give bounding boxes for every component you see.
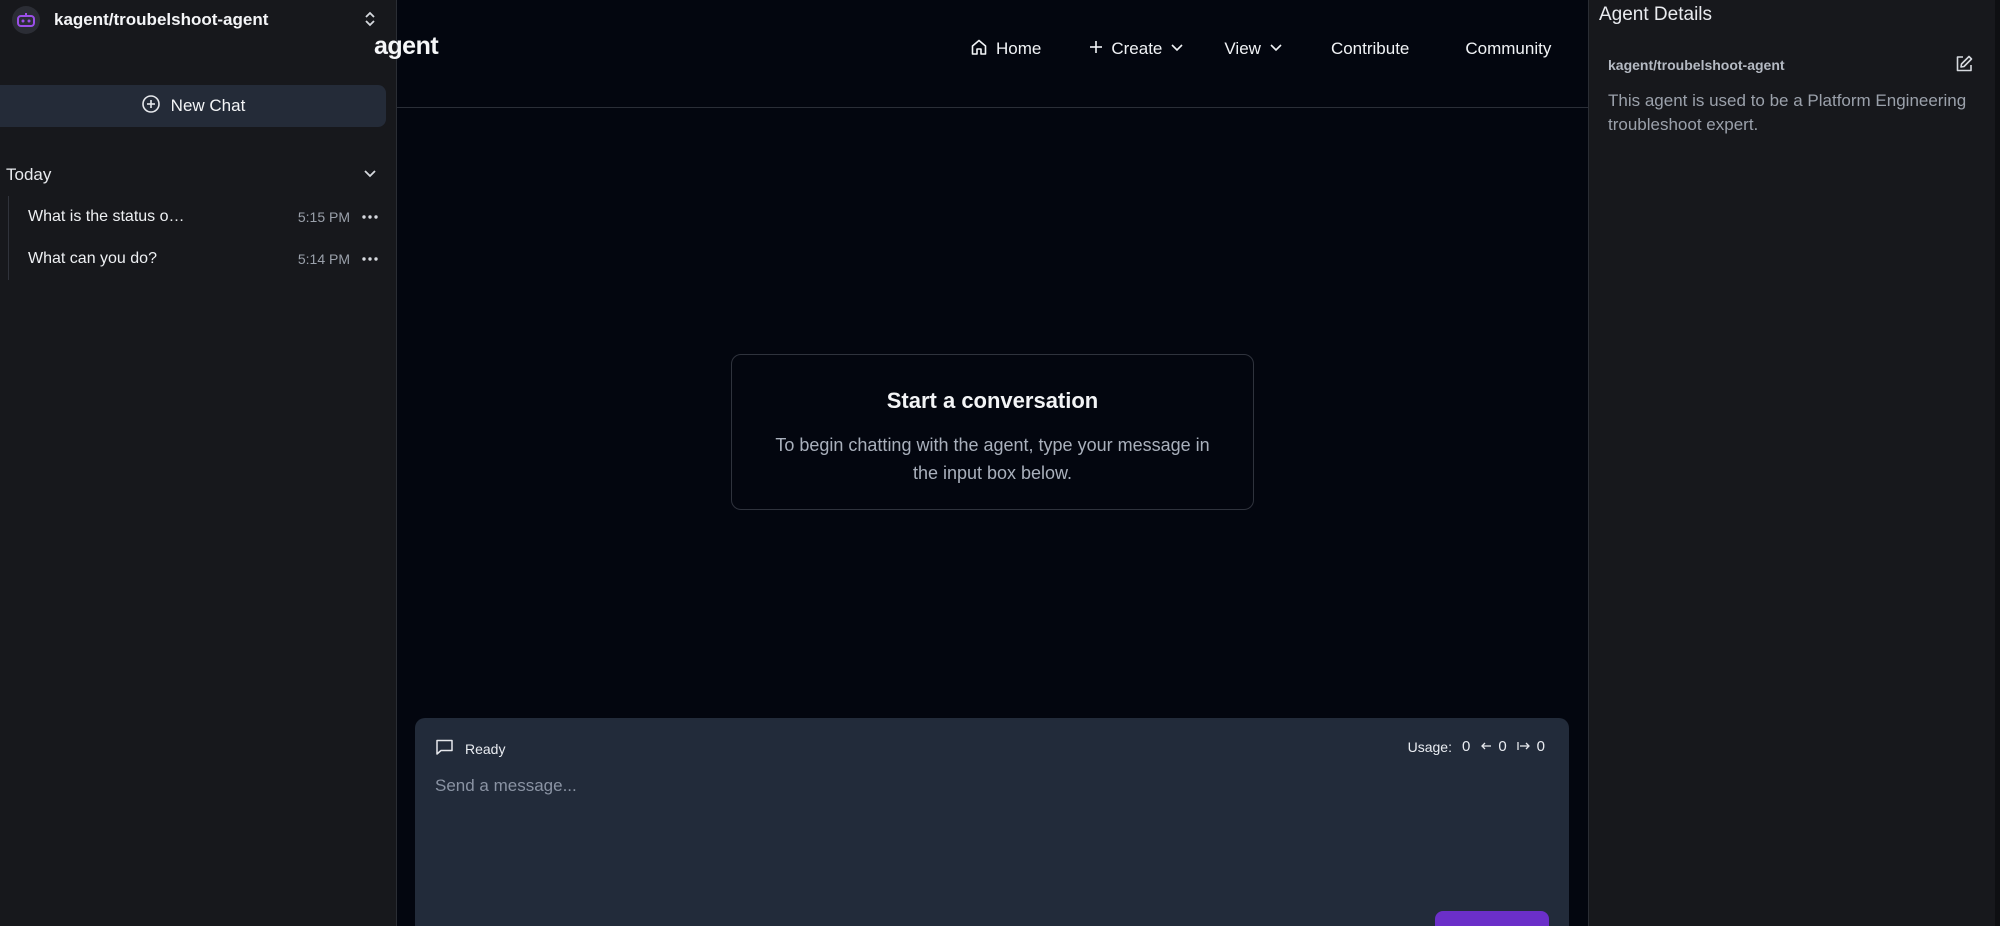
message-input[interactable] xyxy=(435,776,1545,876)
new-chat-label: New Chat xyxy=(170,96,246,115)
chat-status-label: Ready xyxy=(465,740,506,757)
home-icon xyxy=(970,38,988,61)
agent-switcher-label: kagent/troubelshoot-agent xyxy=(54,10,269,29)
agent-switcher[interactable]: kagent/troubelshoot-agent xyxy=(0,0,397,40)
nav-view[interactable]: View xyxy=(1224,39,1283,59)
send-button[interactable] xyxy=(1435,911,1549,926)
chat-history-title: What is the status o… xyxy=(28,208,185,225)
chat-history-item[interactable]: What is the status o… 5:15 PM xyxy=(9,196,380,238)
panel-title: Agent Details xyxy=(1599,4,1713,25)
usage-output-tokens: 0 xyxy=(1536,738,1545,755)
robot-icon xyxy=(12,6,40,34)
nav-home-label: Home xyxy=(996,39,1042,58)
agent-details-name: kagent/troubelshoot-agent xyxy=(1608,57,1785,73)
more-horizontal-icon[interactable] xyxy=(360,257,380,261)
nav-create[interactable]: Create xyxy=(1089,39,1184,59)
arrow-right-to-line-icon xyxy=(1517,739,1531,755)
new-chat-button[interactable]: New Chat xyxy=(0,85,386,127)
empty-state-card: Start a conversation To begin chatting w… xyxy=(731,354,1254,510)
arrow-left-icon xyxy=(1480,739,1492,755)
edit-icon[interactable] xyxy=(1954,54,1974,79)
nav-home[interactable]: Home xyxy=(970,38,1041,61)
chat-history-time: 5:14 PM xyxy=(297,251,350,267)
nav-community-label: Community xyxy=(1465,39,1552,58)
section-toggle-today[interactable]: Today xyxy=(6,162,378,188)
more-horizontal-icon[interactable] xyxy=(360,215,380,219)
chevron-down-icon xyxy=(1269,39,1283,59)
usage-label: Usage: xyxy=(1407,738,1452,755)
chat-history-title: What can you do? xyxy=(28,250,157,267)
nav-contribute[interactable]: Contribute xyxy=(1331,39,1409,59)
chat-status: Ready xyxy=(435,738,505,759)
message-square-icon xyxy=(435,738,454,759)
nav-view-label: View xyxy=(1224,39,1261,58)
plus-icon xyxy=(1089,39,1103,59)
agent-details-panel: Agent Details kagent/troubelshoot-agent … xyxy=(1588,0,2000,926)
nav-community[interactable]: Community xyxy=(1465,39,1551,59)
chat-history-item[interactable]: What can you do? 5:14 PM xyxy=(9,238,380,280)
usage-input-tokens: 0 xyxy=(1498,738,1507,755)
agent-details-description: This agent is used to be a Platform Engi… xyxy=(1608,91,1967,134)
section-label: Today xyxy=(6,165,52,184)
empty-state-title: Start a conversation xyxy=(886,388,1099,413)
empty-state-description: To begin chatting with the agent, type y… xyxy=(775,435,1210,483)
header-divider xyxy=(397,107,1588,108)
chevrons-up-down-icon xyxy=(363,9,377,34)
chevron-down-icon xyxy=(1170,39,1184,59)
plus-circle-icon xyxy=(141,94,161,119)
chat-input-panel: Ready Usage: 0 0 0 xyxy=(415,718,1569,926)
usage-total: 0 xyxy=(1461,738,1471,755)
brand-logo[interactable]: agent xyxy=(374,32,439,61)
token-usage: Usage: 0 0 0 xyxy=(1408,738,1549,755)
top-navigation: Home Create View Contribute Community xyxy=(970,37,1551,61)
nav-contribute-label: Contribute xyxy=(1330,39,1410,58)
app-root: kagent/troubelshoot-agent New Chat Today xyxy=(0,0,2000,926)
chat-history-time: 5:15 PM xyxy=(297,209,350,225)
panel-scrollbar[interactable] xyxy=(1995,0,2000,926)
sidebar: kagent/troubelshoot-agent New Chat Today xyxy=(0,0,397,926)
nav-create-label: Create xyxy=(1111,39,1163,58)
chat-history-list: What is the status o… 5:15 PM What can y… xyxy=(8,196,380,280)
chevron-down-icon xyxy=(362,165,378,186)
